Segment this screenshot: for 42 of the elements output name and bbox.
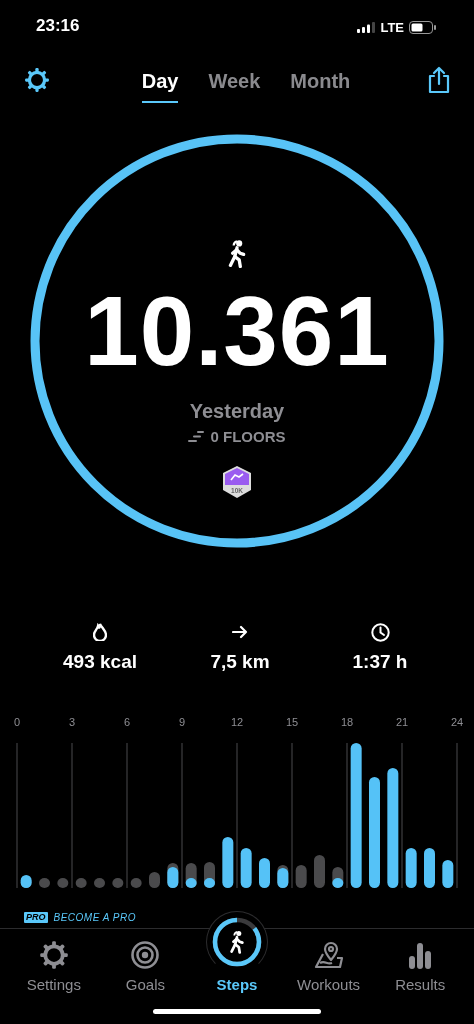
hour-label: 3 — [68, 716, 76, 728]
period-tab[interactable]: Day — [141, 63, 179, 103]
bar-chart-icon — [407, 942, 434, 970]
pro-badge: PRO — [24, 912, 48, 923]
network-label: LTE — [380, 19, 404, 35]
hour-label: 18 — [340, 716, 354, 728]
tab-bar-item[interactable]: Results — [374, 937, 466, 993]
stat-value: 493 kcal — [63, 651, 137, 673]
hour-label: 24 — [450, 716, 464, 728]
signal-icon — [357, 21, 376, 33]
flame-icon — [93, 623, 107, 641]
share-icon[interactable] — [426, 66, 452, 94]
stairs-icon — [188, 430, 205, 442]
day-label: Yesterday — [189, 399, 285, 423]
hour-label: 21 — [395, 716, 409, 728]
settings-icon[interactable] — [24, 67, 50, 93]
target-icon — [130, 940, 161, 970]
tab-bar-item[interactable]: Steps — [191, 898, 283, 993]
hour-label: 15 — [285, 716, 299, 728]
hour-label: 12 — [230, 716, 244, 728]
status-time: 23:16 — [36, 16, 80, 36]
battery-icon — [409, 20, 436, 34]
hour-label: 9 — [178, 716, 186, 728]
hour-label: 0 — [13, 716, 21, 728]
stat-value: 7,5 km — [210, 651, 270, 673]
floors-label: 0 FLOORS — [210, 427, 286, 445]
stat-value: 1:37 h — [352, 651, 408, 673]
walking-person-icon — [228, 930, 246, 954]
clock-icon — [370, 622, 390, 642]
map-pin-icon — [312, 940, 345, 970]
arrow-icon — [232, 625, 248, 639]
gear-icon — [38, 940, 69, 970]
become-pro-link[interactable]: BECOME A PRO — [53, 912, 136, 923]
hour-label: 6 — [123, 716, 131, 728]
tab-bar-item[interactable]: Goals — [99, 937, 192, 993]
steps-progress-ring — [212, 917, 262, 967]
period-tab[interactable]: Month — [290, 63, 351, 103]
tab-bar-item[interactable]: Workouts — [282, 937, 375, 993]
tab-bar-item[interactable]: Settings — [8, 937, 100, 993]
step-count: 10.361 — [84, 281, 390, 380]
period-tab[interactable]: Week — [208, 63, 261, 103]
walking-person-icon — [226, 239, 248, 268]
